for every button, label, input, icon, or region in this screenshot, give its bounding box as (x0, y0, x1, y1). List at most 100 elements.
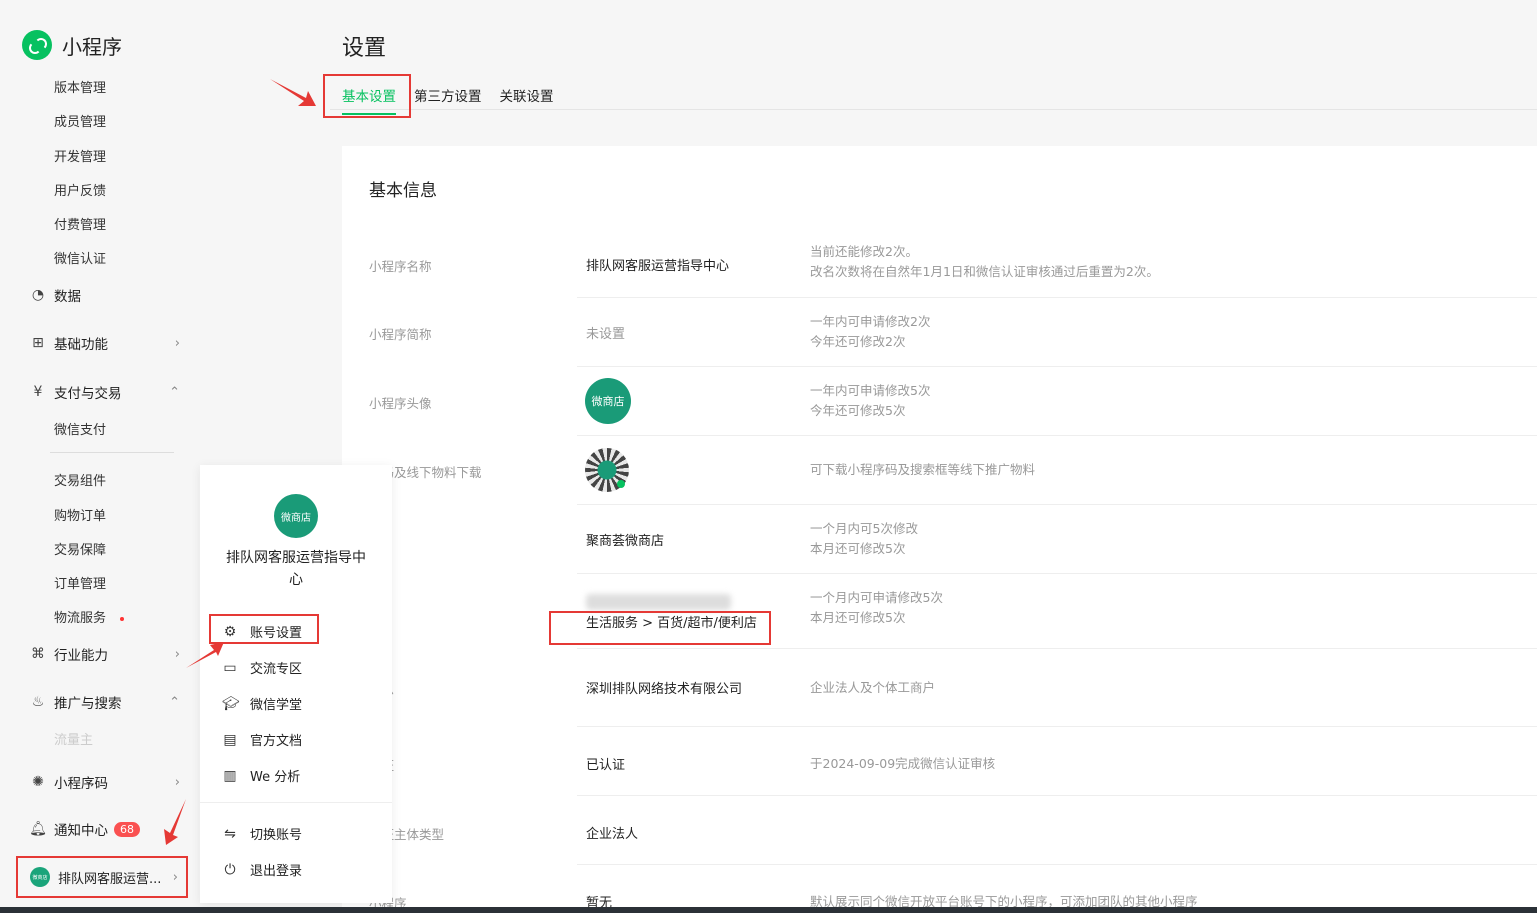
sidebar-group-basic[interactable]: ⊞ 基础功能 › (30, 333, 180, 353)
chevron-up-icon: ⌃ (169, 384, 180, 400)
row-label: 小程序名称 (369, 259, 432, 274)
wechat-check-icon (617, 480, 625, 488)
menu-item-label: 账号设置 (250, 626, 303, 641)
account-name: 排队网客服运营... (58, 871, 162, 887)
app-logo[interactable]: 小程序 (22, 30, 122, 60)
grid-icon: ⊞ (32, 335, 44, 351)
info-row: 小程序 暂无 默认展示同个微信开放平台账号下的小程序，可添加团队的其他小程序 (342, 865, 1537, 913)
sidebar-item-traffic[interactable]: 流量主 (54, 729, 93, 748)
menu-divider (200, 802, 392, 803)
tab-third-party[interactable]: 第三方设置 (414, 85, 482, 115)
bar-chart-icon: ▥ (223, 767, 237, 784)
menu-item-academy[interactable]: 🎓︎ 微信学堂 (222, 694, 302, 714)
sidebar-item-wechat-pay[interactable]: 微信支付 (54, 419, 106, 438)
menu-item-switch-account[interactable]: ⇋ 切换账号 (222, 824, 303, 844)
sidebar-item-trade-component[interactable]: 交易组件 (54, 470, 106, 489)
bell-icon: 🔔︎ (29, 821, 47, 837)
sidebar-item-payment-mgmt[interactable]: 付费管理 (54, 214, 106, 233)
info-row: 小程序简称 未设置 一年内可申请修改2次 今年还可修改2次 (342, 298, 1537, 367)
avatar: 微商店 (30, 867, 50, 887)
row-label: 小程序头像 (369, 396, 432, 411)
menu-item-docs[interactable]: ▤ 官方文档 (222, 730, 303, 750)
avatar: 微商店 (274, 494, 318, 538)
blurred-category (586, 594, 731, 610)
flame-icon: ♨ (31, 694, 45, 710)
sidebar-item-dev[interactable]: 开发管理 (54, 146, 106, 165)
chevron-right-icon: › (174, 646, 180, 662)
menu-item-label: 官方文档 (250, 734, 303, 749)
annotation-box (549, 611, 771, 645)
sidebar-item-guarantee[interactable]: 交易保障 (54, 539, 106, 558)
sidebar-item-members[interactable]: 成员管理 (54, 111, 106, 130)
page-title: 设置 (342, 36, 387, 61)
sidebar-item-order-mgmt[interactable]: 订单管理 (54, 573, 106, 592)
sidebar-item-feedback[interactable]: 用户反馈 (54, 180, 106, 199)
basic-info-card: 基本信息 小程序名称 排队网客服运营指导中心 当前还能修改2次。 改名次数将在自然… (342, 146, 1537, 913)
sun-icon: ✺ (32, 774, 44, 790)
sidebar: 小程序 版本管理 成员管理 开发管理 用户反馈 付费管理 微信认证 ◔ 数据 ⊞… (0, 0, 200, 913)
account-switcher[interactable]: 微商店 排队网客服运营... › (16, 856, 188, 898)
menu-item-we-analysis[interactable]: ▥ We 分析 (222, 766, 300, 786)
sidebar-group-industry[interactable]: ⌘ 行业能力 › (30, 644, 180, 664)
sidebar-group-notice[interactable]: 🔔︎ 通知中心 68 (29, 819, 180, 839)
row-value: 聚商荟微商店 (586, 534, 665, 549)
info-row: 认证 已认证 于2024-09-09完成微信认证审核 (342, 727, 1537, 796)
sidebar-group-promo[interactable]: ♨ 推广与搜索 ⌃ (30, 692, 180, 712)
menu-item-logout[interactable]: ⏻ 退出登录 (222, 860, 302, 880)
note-line: 一年内可申请修改2次 (810, 314, 931, 329)
notice-badge: 68 (114, 821, 140, 837)
tab-linked[interactable]: 关联设置 (500, 85, 554, 115)
row-note: 一个月内可申请修改5次 本月还可修改5次 (810, 588, 943, 628)
taskbar-strip (0, 907, 1537, 913)
miniprogram-logo-icon (22, 30, 52, 60)
sidebar-item-logistics[interactable]: 物流服务 (54, 607, 125, 626)
sidebar-item-wechat-verify[interactable]: 微信认证 (54, 248, 106, 267)
new-dot-icon (120, 616, 125, 621)
menu-item-community[interactable]: ▭ 交流专区 (222, 658, 302, 678)
menu-item-label: 切换账号 (250, 828, 303, 843)
sidebar-group-pay[interactable]: ¥ 支付与交易 ⌃ (30, 382, 180, 402)
row-value: 排队网客服运营指导中心 (586, 259, 730, 274)
note-line: 一个月内可申请修改5次 (810, 590, 943, 605)
sidebar-group-data[interactable]: ◔ 数据 (30, 285, 180, 305)
sidebar-group-qrcode[interactable]: ✺ 小程序码 › (30, 772, 180, 792)
yuan-icon: ¥ (33, 384, 43, 400)
row-note: 当前还能修改2次。 改名次数将在自然年1月1日和微信认证审核通过后重置为2次。 (810, 242, 1159, 282)
annotation-box (323, 74, 411, 118)
row-value: 未设置 (586, 327, 626, 342)
row-note: 一年内可申请修改2次 今年还可修改2次 (810, 312, 930, 352)
sidebar-item-orders[interactable]: 购物订单 (54, 505, 106, 524)
screen: 小程序 版本管理 成员管理 开发管理 用户反馈 付费管理 微信认证 ◔ 数据 ⊞… (0, 0, 1537, 913)
row-note: 可下载小程序码及搜索框等线下推广物料 (810, 462, 1036, 477)
annotation-arrow (164, 799, 186, 845)
pie-chart-icon: ◔ (31, 287, 45, 303)
menu-item-account-settings[interactable]: ⚙ 账号设置 (222, 622, 303, 642)
account-popup-menu: 微商店 排队网客服运营指导中心 ⚙ 账号设置 ▭ 交流专区 🎓︎ 微信学堂 ▤ 官方文档… (200, 465, 392, 903)
row-note: 企业法人及个体工商户 (810, 680, 936, 695)
document-icon: ▤ (223, 731, 237, 748)
info-row: 序码及线下物料下载 可下载小程序码及搜索框等线下推广物料 (342, 436, 1537, 505)
row-note: 一年内可申请修改5次 今年还可修改5次 (810, 381, 930, 421)
info-row: 认证主体类型 企业法人 (342, 796, 1537, 865)
sidebar-group-label: 行业能力 (54, 648, 108, 664)
power-icon: ⏻ (224, 861, 236, 878)
miniprogram-avatar[interactable]: 微商店 (585, 378, 631, 424)
note-line: 改名次数将在自然年1月1日和微信认证审核通过后重置为2次。 (810, 264, 1159, 279)
row-value: 深圳排队网络技术有限公司 (586, 682, 743, 697)
sidebar-item-label: 物流服务 (54, 611, 107, 626)
gear-icon: ⚙ (223, 623, 237, 640)
sidebar-group-label: 支付与交易 (54, 386, 122, 402)
switch-icon: ⇋ (224, 825, 236, 842)
chevron-right-icon: › (174, 335, 180, 351)
sidebar-group-label: 数据 (54, 289, 81, 305)
annotation-arrow (270, 79, 316, 106)
info-row: 小程序头像 微商店 一年内可申请修改5次 今年还可修改5次 (342, 367, 1537, 436)
row-value: 企业法人 (586, 827, 639, 842)
sidebar-item-version[interactable]: 版本管理 (54, 77, 106, 96)
sidebar-group-label: 基础功能 (54, 337, 108, 353)
sidebar-divider (50, 452, 174, 453)
row-value: 已认证 (586, 758, 626, 773)
chevron-right-icon: › (174, 774, 180, 790)
card-title: 基本信息 (369, 181, 437, 201)
row-note: 于2024-09-09完成微信认证审核 (810, 756, 996, 771)
